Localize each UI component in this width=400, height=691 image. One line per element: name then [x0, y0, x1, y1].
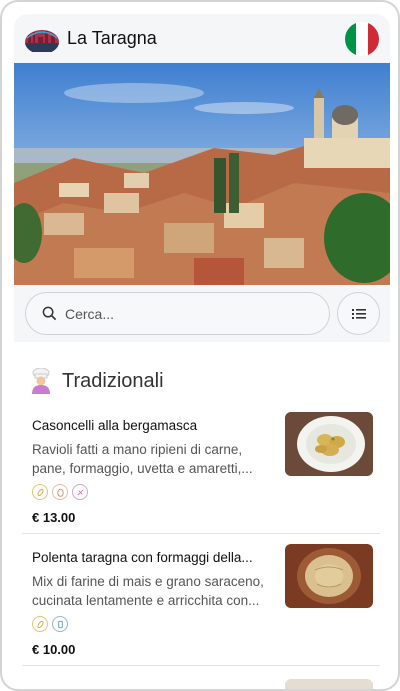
search-input[interactable]: [65, 305, 295, 322]
dish-description: Mix di farine di mais e grano saraceno, …: [32, 574, 264, 608]
dish-price: € 10.00: [32, 642, 76, 657]
dish-item[interactable]: Casoncelli alla bergamasca Ravioli fatti…: [22, 412, 380, 534]
dish-name: Casoncelli alla bergamasca: [32, 418, 198, 433]
dish-photo: [285, 412, 373, 476]
dish-price: € 13.00: [32, 510, 76, 525]
dish-photo: [285, 544, 373, 608]
list-icon: [351, 308, 366, 319]
section-header: Tradizionali: [30, 368, 164, 394]
app-title: La Taragna: [67, 28, 157, 48]
app-frame: La Taragna Cerca... Tradizionali Casonce…: [0, 0, 400, 691]
italian-flag-icon[interactable]: [345, 22, 379, 56]
dish-name: Polenta taragna con formaggi della...: [32, 550, 253, 565]
search-bar[interactable]: [25, 292, 330, 335]
gluten-icon: [32, 616, 48, 632]
app-header: La Taragna: [14, 14, 390, 63]
city-logo-icon: [25, 29, 59, 52]
hero-image: [14, 63, 390, 285]
section-title: Tradizionali: [62, 369, 164, 392]
top-card: La Taragna: [14, 14, 390, 342]
dish-item-partial: [285, 679, 373, 689]
allergen-badges: [32, 616, 68, 632]
milk-icon: [72, 484, 88, 500]
dish-item[interactable]: Polenta taragna con formaggi della... Mi…: [22, 544, 380, 666]
search-icon: [42, 306, 57, 321]
list-menu-button[interactable]: [337, 292, 380, 335]
dish-description: Ravioli fatti a mano ripieni di carne, p…: [32, 442, 253, 476]
chef-icon: [32, 368, 50, 394]
gluten-icon: [32, 484, 48, 500]
allergen-badges: [32, 484, 88, 500]
dairy-icon: [52, 616, 68, 632]
egg-icon: [52, 484, 68, 500]
